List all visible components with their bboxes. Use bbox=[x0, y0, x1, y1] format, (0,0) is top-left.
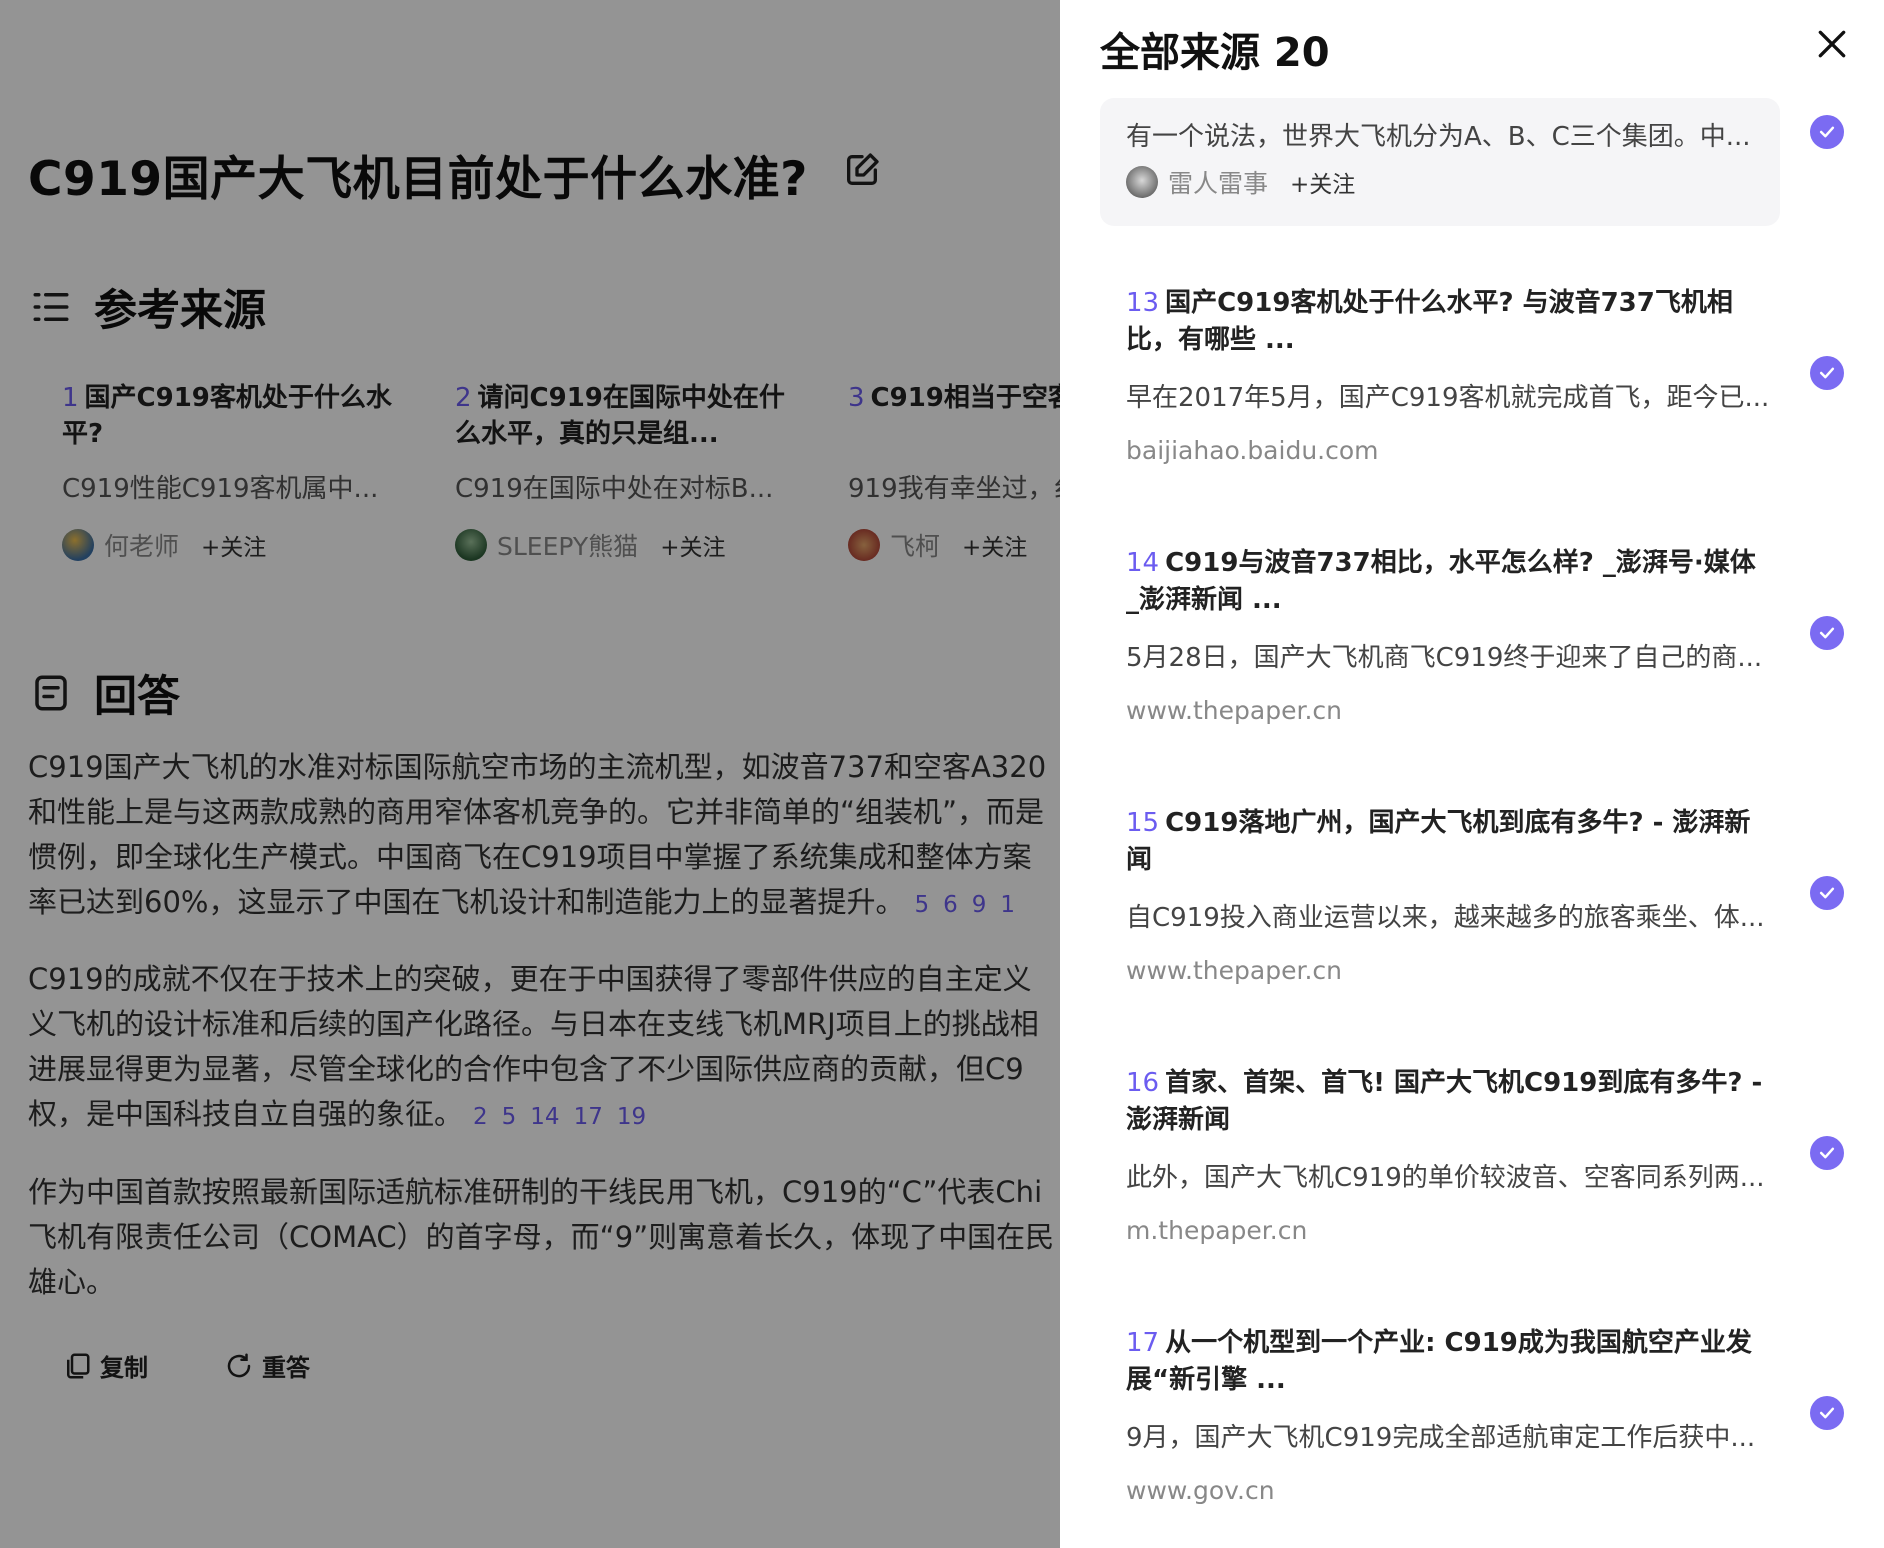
source-title-text[interactable]: 首家、首架、首飞! 国产大飞机C919到底有多牛? - 澎湃新闻 bbox=[1126, 1068, 1762, 1135]
check-icon bbox=[1819, 367, 1835, 379]
source-domain: www.thepaper.cn bbox=[1126, 696, 1342, 725]
check-icon bbox=[1819, 1407, 1835, 1419]
source-check-toggle[interactable] bbox=[1810, 115, 1844, 149]
source-item-14[interactable]: 14 C919与波音737相比，水平怎么样? _澎湃号·媒体_澎湃新闻 ... 5… bbox=[1126, 545, 1766, 725]
source-item-17[interactable]: 17 从一个机型到一个产业: C919成为我国航空产业发展“新引擎 ... 9月，… bbox=[1126, 1325, 1766, 1505]
source-title: 13 国产C919客机处于什么水平? 与波音737飞机相比，有哪些 ... bbox=[1126, 285, 1766, 359]
close-icon[interactable] bbox=[1812, 24, 1852, 64]
check-icon bbox=[1819, 1147, 1835, 1159]
source-title-text[interactable]: 从一个机型到一个产业: C919成为我国航空产业发展“新引擎 ... bbox=[1126, 1328, 1752, 1395]
source-item-16[interactable]: 16 首家、首架、首飞! 国产大飞机C919到底有多牛? - 澎湃新闻 此外，国产… bbox=[1126, 1065, 1766, 1245]
source-title-text[interactable]: C919与波音737相比，水平怎么样? _澎湃号·媒体_澎湃新闻 ... bbox=[1126, 548, 1756, 615]
all-sources-panel: 全部来源 20 有一个说法，世界大飞机分为A、B、C三个集团。中... 雷人雷事… bbox=[1060, 0, 1884, 1548]
source-number: 15 bbox=[1126, 808, 1160, 838]
source-check-toggle[interactable] bbox=[1810, 1396, 1844, 1430]
source-item-15[interactable]: 15 C919落地广州，国产大飞机到底有多牛? - 澎湃新闻 自C919投入商业运… bbox=[1126, 805, 1766, 985]
source-title: 17 从一个机型到一个产业: C919成为我国航空产业发展“新引擎 ... bbox=[1126, 1325, 1766, 1399]
source-title: 14 C919与波音737相比，水平怎么样? _澎湃号·媒体_澎湃新闻 ... bbox=[1126, 545, 1766, 619]
source-domain: baijiahao.baidu.com bbox=[1126, 436, 1379, 465]
source-snippet: 早在2017年5月，国产C919客机就完成首飞，距今已... bbox=[1126, 383, 1770, 413]
source-snippet: 9月，国产大飞机C919完成全部适航审定工作后获中... bbox=[1126, 1423, 1756, 1453]
source-number: 16 bbox=[1126, 1068, 1160, 1098]
source-title-text[interactable]: 国产C919客机处于什么水平? 与波音737飞机相比，有哪些 ... bbox=[1126, 288, 1733, 355]
source-item-13[interactable]: 13 国产C919客机处于什么水平? 与波音737飞机相比，有哪些 ... 早在2… bbox=[1126, 285, 1770, 465]
source-card-selected[interactable]: 有一个说法，世界大飞机分为A、B、C三个集团。中... 雷人雷事 +关注 bbox=[1100, 98, 1780, 226]
source-title: 16 首家、首架、首飞! 国产大飞机C919到底有多牛? - 澎湃新闻 bbox=[1126, 1065, 1766, 1139]
source-domain: www.gov.cn bbox=[1126, 1476, 1275, 1505]
source-snippet: 自C919投入商业运营以来，越来越多的旅客乘坐、体... bbox=[1126, 903, 1765, 933]
source-author: 雷人雷事 +关注 bbox=[1126, 164, 1355, 200]
check-icon bbox=[1819, 887, 1835, 899]
source-number: 13 bbox=[1126, 288, 1160, 318]
avatar bbox=[1126, 166, 1158, 198]
source-check-toggle[interactable] bbox=[1810, 616, 1844, 650]
source-check-toggle[interactable] bbox=[1810, 876, 1844, 910]
check-icon bbox=[1819, 627, 1835, 639]
source-domain: www.thepaper.cn bbox=[1126, 956, 1342, 985]
modal-overlay[interactable] bbox=[0, 0, 1060, 1548]
author-name[interactable]: 雷人雷事 bbox=[1168, 164, 1268, 200]
source-domain: m.thepaper.cn bbox=[1126, 1216, 1308, 1245]
source-title: 15 C919落地广州，国产大飞机到底有多牛? - 澎湃新闻 bbox=[1126, 805, 1766, 879]
source-check-toggle[interactable] bbox=[1810, 356, 1844, 390]
source-number: 17 bbox=[1126, 1328, 1160, 1358]
source-snippet: 此外，国产大飞机C919的单价较波音、空客同系列两... bbox=[1126, 1163, 1765, 1193]
source-number: 14 bbox=[1126, 548, 1160, 578]
follow-button[interactable]: +关注 bbox=[1290, 165, 1355, 199]
source-title-text[interactable]: C919落地广州，国产大飞机到底有多牛? - 澎湃新闻 bbox=[1126, 808, 1750, 875]
source-snippet: 有一个说法，世界大飞机分为A、B、C三个集团。中... bbox=[1126, 122, 1751, 152]
check-icon bbox=[1819, 126, 1835, 138]
source-check-toggle[interactable] bbox=[1810, 1136, 1844, 1170]
panel-title: 全部来源 20 bbox=[1100, 30, 1330, 76]
source-snippet: 5月28日，国产大飞机商飞C919终于迎来了自己的商... bbox=[1126, 643, 1763, 673]
